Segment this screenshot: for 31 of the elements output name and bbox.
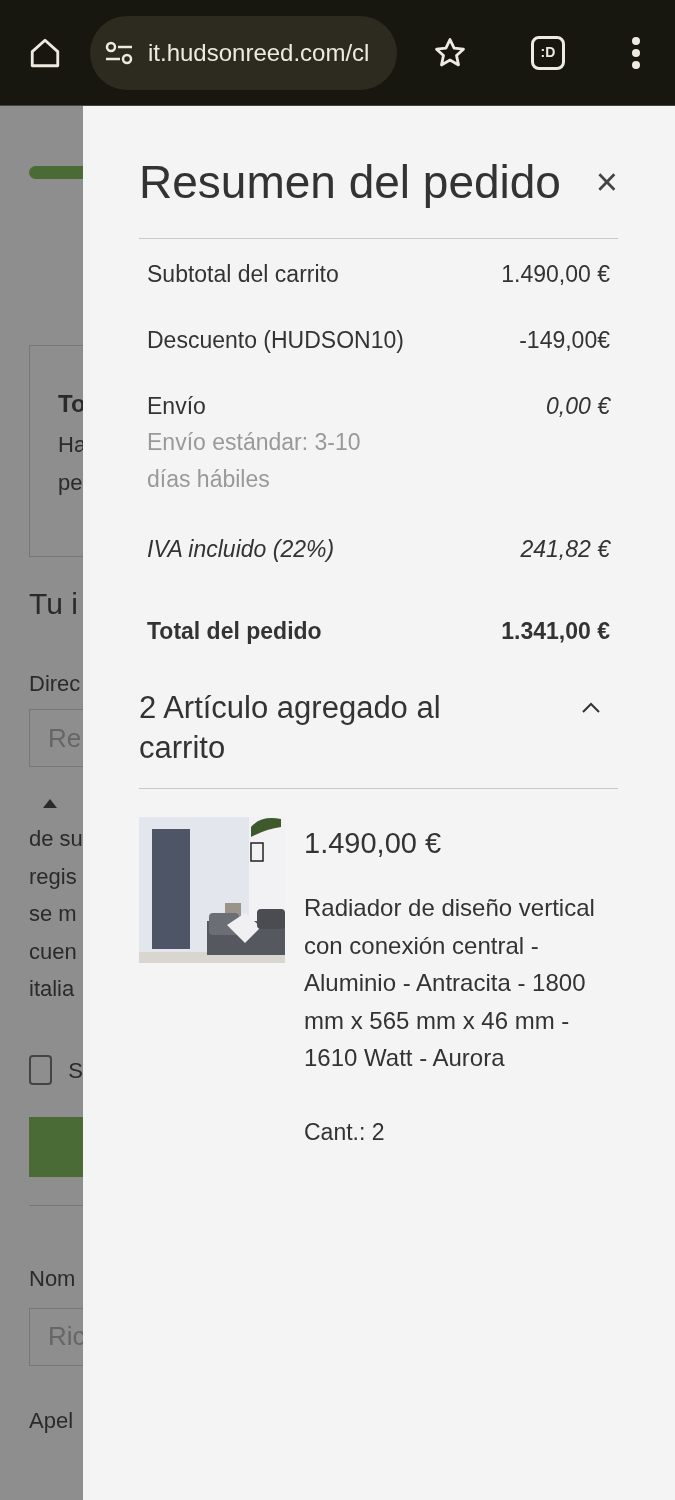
summary-label: Subtotal del carrito (147, 260, 339, 289)
field-label: Nom (29, 1267, 77, 1290)
section-heading: Tu i (29, 589, 79, 619)
address-bar[interactable]: it.hudsonreed.com/cl (90, 15, 397, 90)
tab-switcher[interactable]: :D (531, 35, 565, 70)
menu-icon[interactable] (631, 36, 641, 69)
field-label: Direc (29, 673, 82, 695)
item-price: 1.490,00 € (304, 826, 443, 861)
items-heading: 2 Artículo agregado al carrito (139, 689, 442, 767)
checkbox[interactable] (29, 1055, 53, 1085)
site-settings-icon[interactable] (104, 40, 134, 65)
checkbox-label: S (68, 1056, 83, 1085)
note-text: de su regis se m cuen italia (29, 825, 83, 1003)
url-text: it.hudsonreed.com/cl (148, 37, 370, 68)
panel-title: Resumen del pedido (139, 155, 561, 210)
summary-value: 1.490,00 € (501, 260, 610, 289)
summary-label: Total del pedido (147, 617, 322, 646)
close-button[interactable]: × (595, 152, 618, 212)
summary-label: Descuento (HUDSON10) (147, 326, 404, 355)
field-label: Apel (29, 1409, 75, 1432)
summary-label: Envío (147, 392, 207, 421)
summary-label: IVA incluido (22%) (147, 535, 335, 564)
summary-value: 241,82 € (520, 535, 610, 564)
item-description: Radiador de diseño vertical con conexión central - Aluminio - Antracita - 1800 mm x 565 mm x 46 mm - 1610 Watt - Aurora (304, 893, 596, 1073)
summary-value: 0,00 € (546, 392, 610, 421)
summary-value: 1.341,00 € (501, 617, 610, 646)
chevron-icon[interactable] (582, 702, 600, 713)
summary-value: -149,00€ (519, 326, 610, 355)
shipping-note: Envío estándar: 3-10 días hábiles (147, 428, 362, 494)
triangle-icon (43, 799, 57, 808)
item-quantity: Cant.: 2 (304, 1117, 386, 1147)
